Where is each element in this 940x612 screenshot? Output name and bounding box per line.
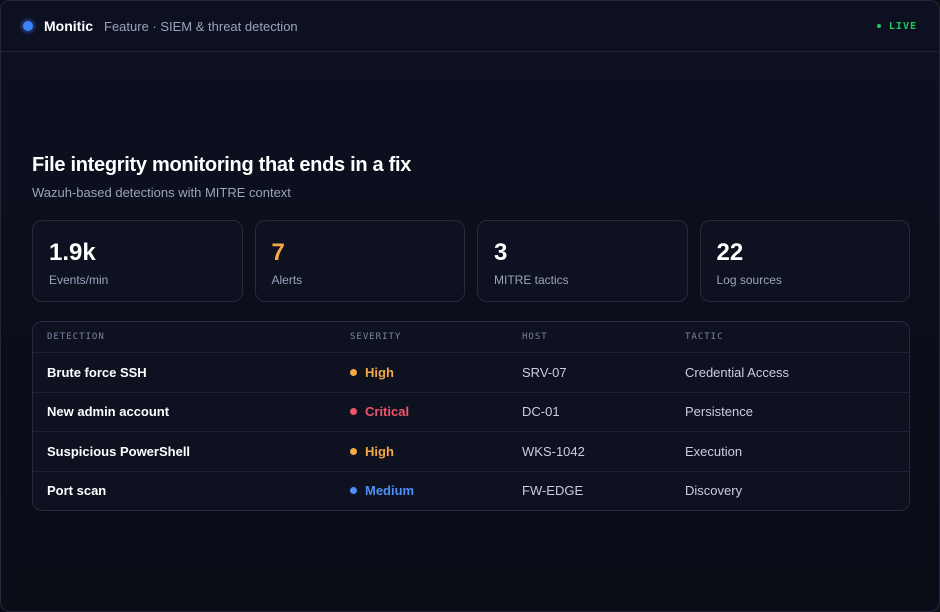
severity-label: Medium	[365, 483, 415, 499]
page-description: Wazuh-based detections with MITRE contex…	[32, 185, 291, 200]
stats-row: 1.9k Events/min 7 Alerts 3 MITRE tactics…	[32, 220, 910, 302]
severity-badge: High	[350, 444, 522, 459]
detections-table: DETECTION SEVERITY HOST TACTIC Brute for…	[32, 321, 910, 511]
severity-badge: Medium	[350, 483, 522, 498]
detection-name: Port scan	[47, 483, 107, 499]
detection-name: Suspicious PowerShell	[47, 443, 191, 459]
table-row[interactable]: Port scan Medium FW-EDGE Discovery	[33, 470, 909, 511]
table-row[interactable]: Suspicious PowerShell High WKS-1042 Exec…	[33, 431, 909, 471]
stat-card-events: 1.9k Events/min	[32, 220, 243, 302]
stat-label: MITRE tactics	[494, 273, 569, 287]
severity-label: High	[365, 443, 394, 459]
page-subtitle: Feature · SIEM & threat detection	[104, 18, 298, 34]
host-cell: FW-EDGE	[522, 483, 584, 499]
severity-dot-icon	[350, 408, 357, 416]
table-row[interactable]: New admin account Critical DC-01 Persist…	[33, 391, 909, 432]
stat-value: 22	[716, 239, 744, 266]
top-bar: Monitic Feature · SIEM & threat detectio…	[1, 1, 939, 52]
brand-dot-icon	[23, 21, 33, 31]
brand-name[interactable]: Monitic	[44, 18, 93, 34]
app-window: Monitic Feature · SIEM & threat detectio…	[0, 0, 940, 612]
stat-label: Events/min	[49, 273, 109, 287]
severity-dot-icon	[350, 368, 357, 376]
table-row[interactable]: Brute force SSH High SRV-07 Credential A…	[33, 352, 909, 392]
tactic-cell: Credential Access	[685, 364, 790, 380]
stat-value: 7	[271, 239, 285, 266]
stat-card-log-sources: 22 Log sources	[699, 220, 910, 302]
severity-label: High	[365, 364, 394, 380]
severity-dot-icon	[350, 447, 357, 455]
tactic-cell: Discovery	[685, 483, 743, 499]
live-dot-icon	[876, 24, 881, 28]
tactic-cell: Persistence	[685, 404, 753, 420]
host-cell: DC-01	[522, 404, 560, 420]
table-header-row: DETECTION SEVERITY HOST TACTIC	[33, 322, 909, 352]
stat-card-alerts: 7 Alerts	[254, 220, 465, 302]
host-cell: WKS-1042	[522, 443, 585, 459]
stat-card-mitre-tactics: 3 MITRE tactics	[477, 220, 688, 302]
severity-label: Critical	[365, 404, 410, 420]
detection-name: Brute force SSH	[47, 364, 147, 380]
column-header-host: HOST	[522, 332, 548, 342]
live-label: LIVE	[888, 20, 917, 32]
stat-value: 1.9k	[49, 239, 96, 266]
severity-dot-icon	[350, 487, 357, 495]
severity-badge: Critical	[350, 404, 522, 419]
stat-value: 3	[494, 239, 508, 266]
main-content: File integrity monitoring that ends in a…	[32, 154, 910, 511]
live-status-badge: LIVE	[876, 20, 917, 32]
page-title: File integrity monitoring that ends in a…	[32, 154, 412, 176]
detection-name: New admin account	[47, 404, 170, 420]
column-header-detection: DETECTION	[47, 332, 105, 342]
tactic-cell: Execution	[685, 443, 743, 459]
host-cell: SRV-07	[522, 364, 567, 380]
stat-label: Log sources	[716, 273, 782, 287]
severity-badge: High	[350, 365, 522, 380]
column-header-severity: SEVERITY	[350, 332, 402, 342]
column-header-tactic: TACTIC	[685, 332, 724, 342]
stat-label: Alerts	[271, 273, 303, 287]
